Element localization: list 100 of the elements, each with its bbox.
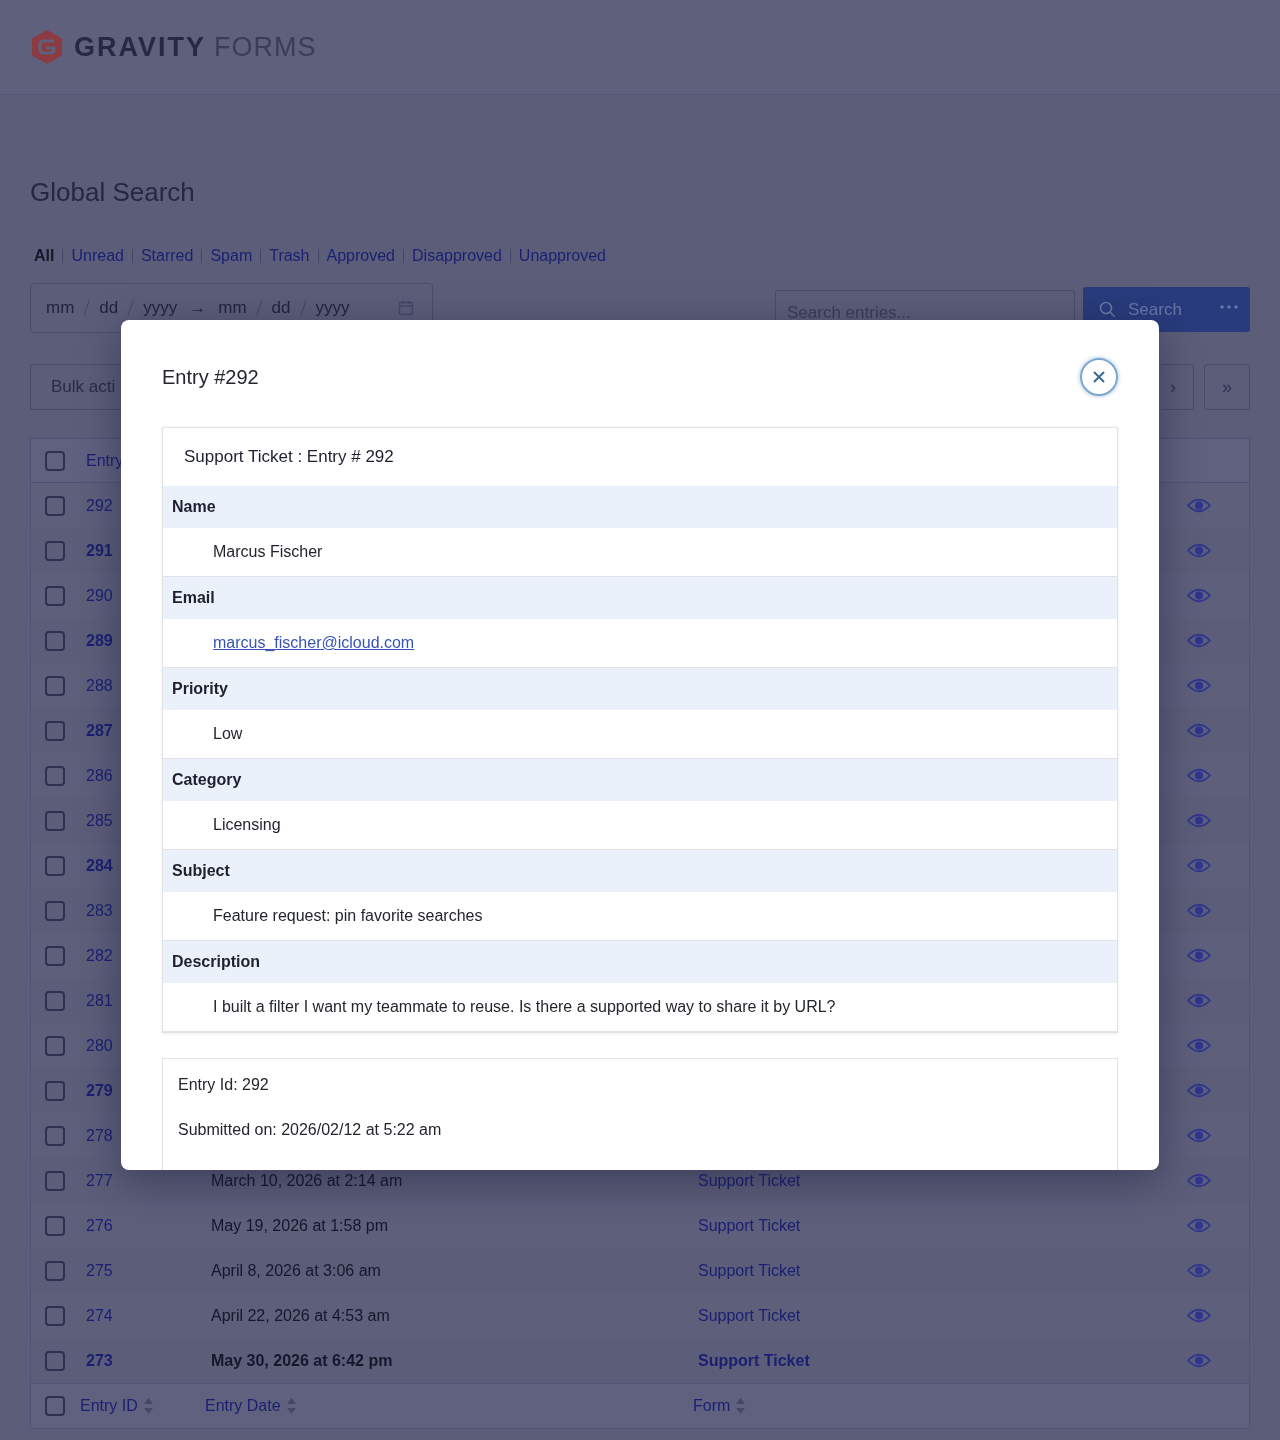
view-icon[interactable] xyxy=(1186,633,1211,648)
checkbox[interactable] xyxy=(45,720,65,741)
checkbox[interactable] xyxy=(45,900,65,921)
entry-id-link[interactable]: 273 xyxy=(86,1351,113,1369)
entry-id-link[interactable]: 292 xyxy=(86,496,113,514)
entry-id-link[interactable]: 287 xyxy=(86,721,113,739)
view-icon[interactable] xyxy=(1186,768,1211,783)
entry-id-link[interactable]: 291 xyxy=(86,541,113,559)
email-link[interactable]: marcus_fischer@icloud.com xyxy=(213,631,415,655)
form-link[interactable]: Support Ticket xyxy=(698,1261,801,1279)
sort-icon xyxy=(143,1398,153,1414)
entry-id-link[interactable]: 277 xyxy=(86,1171,113,1189)
filter-link[interactable]: Unapproved xyxy=(518,244,606,268)
filter-link[interactable]: Approved xyxy=(326,244,395,268)
close-icon xyxy=(1093,371,1105,383)
form-link[interactable]: Support Ticket xyxy=(698,1306,801,1324)
checkbox[interactable] xyxy=(45,585,65,606)
sort-column-header[interactable]: Entry Date xyxy=(205,1394,296,1418)
checkbox[interactable] xyxy=(45,1260,65,1281)
entry-id-link[interactable]: 276 xyxy=(86,1216,113,1234)
entry-id-link[interactable]: 284 xyxy=(86,856,113,874)
checkbox[interactable] xyxy=(45,1125,65,1146)
logo-icon xyxy=(30,29,64,65)
checkbox[interactable] xyxy=(45,1350,65,1371)
view-icon[interactable] xyxy=(1186,1173,1211,1188)
date-part-placeholder: mm xyxy=(218,297,247,320)
view-icon[interactable] xyxy=(1186,903,1211,918)
view-icon[interactable] xyxy=(1186,1263,1211,1278)
entry-id-link[interactable]: 285 xyxy=(86,811,113,829)
pagination-button[interactable]: » xyxy=(1204,364,1250,410)
checkbox[interactable] xyxy=(45,540,65,561)
view-icon[interactable] xyxy=(1186,993,1211,1008)
entry-id-link[interactable]: 281 xyxy=(86,991,113,1009)
view-icon[interactable] xyxy=(1186,1128,1211,1143)
checkbox[interactable] xyxy=(45,990,65,1011)
pagination-button[interactable]: › xyxy=(1162,364,1194,410)
checkbox[interactable] xyxy=(45,1170,65,1191)
form-link[interactable]: Support Ticket xyxy=(698,1351,810,1369)
view-icon[interactable] xyxy=(1186,948,1211,963)
entry-date: March 10, 2026 at 2:14 am xyxy=(211,1171,403,1189)
date-part-placeholder: dd xyxy=(99,297,119,320)
field-value: Marcus Fischer xyxy=(213,542,323,562)
entry-id-link[interactable]: 279 xyxy=(86,1081,113,1099)
view-icon[interactable] xyxy=(1186,1353,1211,1368)
entry-id-link[interactable]: 274 xyxy=(86,1306,113,1324)
view-icon[interactable] xyxy=(1186,858,1211,873)
page-title: Global Search xyxy=(30,176,196,209)
checkbox[interactable] xyxy=(45,1305,65,1326)
checkbox[interactable] xyxy=(45,1396,65,1416)
checkbox[interactable] xyxy=(45,630,65,651)
entry-id-link[interactable]: 286 xyxy=(86,766,113,784)
sort-column-header[interactable]: Form xyxy=(693,1394,746,1418)
view-icon[interactable] xyxy=(1186,1308,1211,1323)
close-button[interactable] xyxy=(1080,358,1118,396)
view-icon[interactable] xyxy=(1186,723,1211,738)
view-icon[interactable] xyxy=(1186,1083,1211,1098)
more-icon[interactable] xyxy=(1220,304,1238,309)
sort-column-header[interactable]: Entry ID xyxy=(80,1394,153,1418)
filter-link[interactable]: All xyxy=(34,244,55,268)
entry-id-link[interactable]: 283 xyxy=(86,901,113,919)
date-part-placeholder: mm xyxy=(46,297,75,320)
entry-id-link[interactable]: 280 xyxy=(86,1036,113,1054)
checkbox[interactable] xyxy=(45,810,65,831)
entry-id-link[interactable]: 282 xyxy=(86,946,113,964)
column-header[interactable]: Entry xyxy=(86,448,124,473)
filter-link[interactable]: Disapproved xyxy=(412,244,502,268)
entry-meta-text: Entry Id: 292 xyxy=(178,1075,270,1095)
entry-id-link[interactable]: 289 xyxy=(86,631,113,649)
view-icon[interactable] xyxy=(1186,588,1211,603)
view-icon[interactable] xyxy=(1186,678,1211,693)
field-label: Category xyxy=(172,770,242,790)
checkbox[interactable] xyxy=(45,1215,65,1236)
field-label: Priority xyxy=(172,679,228,699)
checkbox[interactable] xyxy=(45,450,65,471)
checkbox[interactable] xyxy=(45,945,65,966)
checkbox[interactable] xyxy=(45,855,65,876)
view-icon[interactable] xyxy=(1186,1218,1211,1233)
checkbox[interactable] xyxy=(45,675,65,696)
filter-link[interactable]: Spam xyxy=(210,244,253,268)
field-value: I built a filter I want my teammate to reuse. Is there a supported way to share it by URL? xyxy=(213,997,836,1017)
checkbox[interactable] xyxy=(45,1035,65,1056)
filter-link[interactable]: Trash xyxy=(269,244,310,268)
entry-id-link[interactable]: 278 xyxy=(86,1126,113,1144)
view-icon[interactable] xyxy=(1186,543,1211,558)
checkbox[interactable] xyxy=(45,495,65,516)
filter-link[interactable]: Starred xyxy=(140,244,194,268)
calendar-icon[interactable] xyxy=(398,300,414,316)
view-icon[interactable] xyxy=(1186,813,1211,828)
checkbox[interactable] xyxy=(45,1080,65,1101)
entry-id-link[interactable]: 275 xyxy=(86,1261,113,1279)
form-link[interactable]: Support Ticket xyxy=(698,1216,801,1234)
entry-date: May 19, 2026 at 1:58 pm xyxy=(211,1216,388,1234)
field-value: Low xyxy=(213,724,243,744)
entry-id-link[interactable]: 288 xyxy=(86,676,113,694)
field-value: Feature request: pin favorite searches xyxy=(213,906,483,926)
view-icon[interactable] xyxy=(1186,498,1211,513)
view-icon[interactable] xyxy=(1186,1038,1211,1053)
entry-id-link[interactable]: 290 xyxy=(86,586,113,604)
filter-link[interactable]: Unread xyxy=(71,244,124,268)
checkbox[interactable] xyxy=(45,765,65,786)
